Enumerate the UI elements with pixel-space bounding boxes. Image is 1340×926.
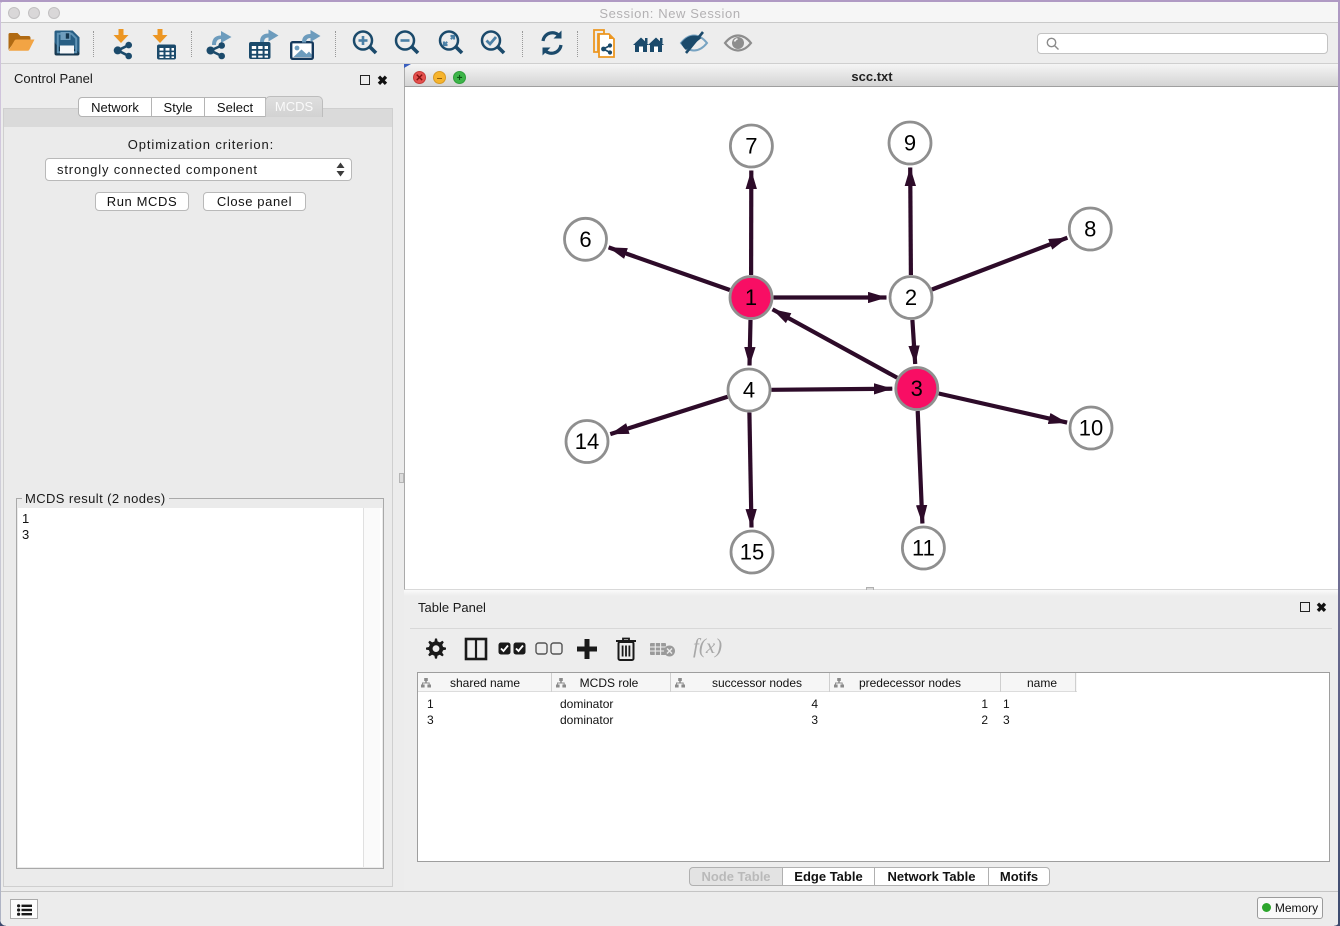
svg-text:4: 4 bbox=[743, 378, 755, 403]
svg-text:3: 3 bbox=[911, 376, 923, 401]
svg-text:8: 8 bbox=[1084, 217, 1096, 242]
svg-text:14: 14 bbox=[575, 429, 599, 454]
svg-text:2: 2 bbox=[905, 285, 917, 310]
svg-text:9: 9 bbox=[904, 131, 916, 156]
svg-text:7: 7 bbox=[745, 134, 757, 159]
svg-text:6: 6 bbox=[579, 227, 591, 252]
svg-text:11: 11 bbox=[912, 536, 935, 561]
svg-text:15: 15 bbox=[740, 540, 764, 565]
svg-text:10: 10 bbox=[1079, 416, 1103, 441]
svg-text:1: 1 bbox=[745, 285, 757, 310]
